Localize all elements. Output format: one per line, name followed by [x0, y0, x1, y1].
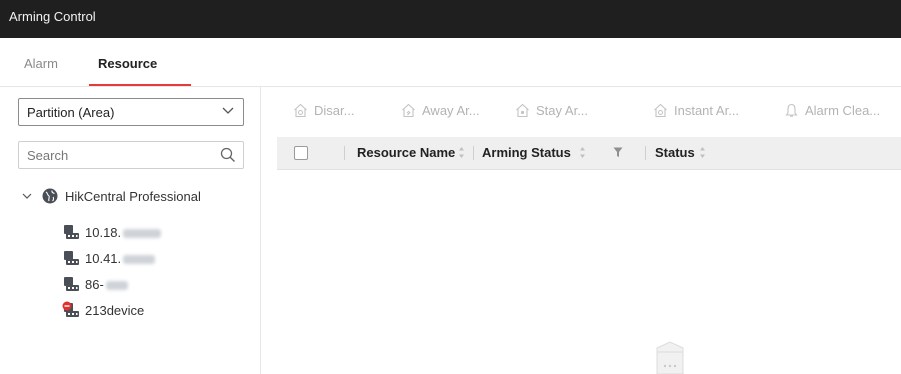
redacted-text	[123, 255, 156, 265]
bell-clear-icon	[785, 103, 798, 117]
sort-icon[interactable]	[579, 146, 586, 159]
sort-icon[interactable]	[699, 146, 706, 159]
disarm-button[interactable]: Disar...	[293, 102, 375, 120]
empty-box-icon	[656, 341, 684, 374]
alarm-clear-label: Alarm Clea...	[805, 103, 881, 118]
device-label: 10.18.	[85, 225, 122, 240]
instant-arming-button[interactable]: Instant Ar...	[653, 102, 757, 120]
column-divider	[344, 146, 345, 160]
tab-resource[interactable]: Resource	[98, 56, 157, 71]
away-home-icon	[402, 103, 415, 118]
tree-root[interactable]: HikCentral Professional	[22, 187, 252, 209]
redacted-text	[105, 281, 128, 291]
column-header-status[interactable]: Status	[655, 145, 695, 160]
device-icon	[64, 225, 79, 239]
device-label: 213device	[85, 303, 145, 318]
disarm-label: Disar...	[314, 103, 355, 118]
chevron-down-icon[interactable]	[22, 191, 32, 201]
stay-arming-button[interactable]: Stay Ar...	[515, 102, 605, 120]
tree-node-device-offline[interactable]: 213device	[62, 300, 252, 322]
column-header-arming-status[interactable]: Arming Status	[482, 145, 571, 160]
device-label: 10.41.	[85, 251, 122, 266]
home-icon	[294, 103, 307, 118]
search-input[interactable]: Search	[18, 141, 244, 169]
away-arming-label: Away Ar...	[422, 103, 480, 118]
select-all-checkbox[interactable]	[294, 146, 308, 160]
instant-arming-label: Instant Ar...	[674, 103, 740, 118]
partition-dropdown-value: Partition (Area)	[27, 105, 115, 120]
tree-root-label: HikCentral Professional	[65, 189, 201, 204]
tree-node-device[interactable]: 10.41.	[62, 248, 252, 270]
action-toolbar: Disar... Away Ar... Stay Ar... Instant A…	[277, 100, 901, 124]
away-arming-button[interactable]: Away Ar...	[401, 102, 497, 120]
search-placeholder: Search	[27, 148, 69, 163]
redacted-text	[123, 229, 162, 239]
device-offline-icon	[62, 301, 79, 317]
tab-bar: Alarm Resource	[0, 38, 901, 87]
device-label: 86-	[85, 277, 104, 292]
tree-node-device[interactable]: 86-	[62, 274, 252, 296]
device-icon	[64, 251, 79, 265]
tree-node-device[interactable]: 10.18.	[62, 222, 252, 244]
alarm-clear-button[interactable]: Alarm Clea...	[784, 102, 894, 120]
left-panel: Partition (Area) Search HikCentral Profe…	[0, 87, 261, 374]
title-bar: Arming Control	[0, 0, 901, 38]
filter-icon[interactable]	[613, 147, 623, 158]
device-icon	[64, 277, 79, 291]
window-title: Arming Control	[9, 9, 96, 24]
search-icon[interactable]	[220, 147, 236, 163]
column-divider	[645, 146, 646, 160]
table-header: Resource Name Arming Status Status	[277, 137, 901, 170]
column-divider	[473, 146, 474, 160]
column-header-resource-name[interactable]: Resource Name	[357, 145, 455, 160]
active-tab-indicator	[89, 84, 191, 86]
home-icon	[654, 103, 667, 118]
chevron-down-icon	[222, 107, 234, 114]
tab-alarm[interactable]: Alarm	[24, 56, 58, 71]
globe-icon	[42, 188, 58, 204]
partition-dropdown[interactable]: Partition (Area)	[18, 98, 244, 126]
home-icon	[516, 103, 529, 118]
stay-arming-label: Stay Ar...	[536, 103, 589, 118]
sort-icon[interactable]	[458, 146, 465, 159]
